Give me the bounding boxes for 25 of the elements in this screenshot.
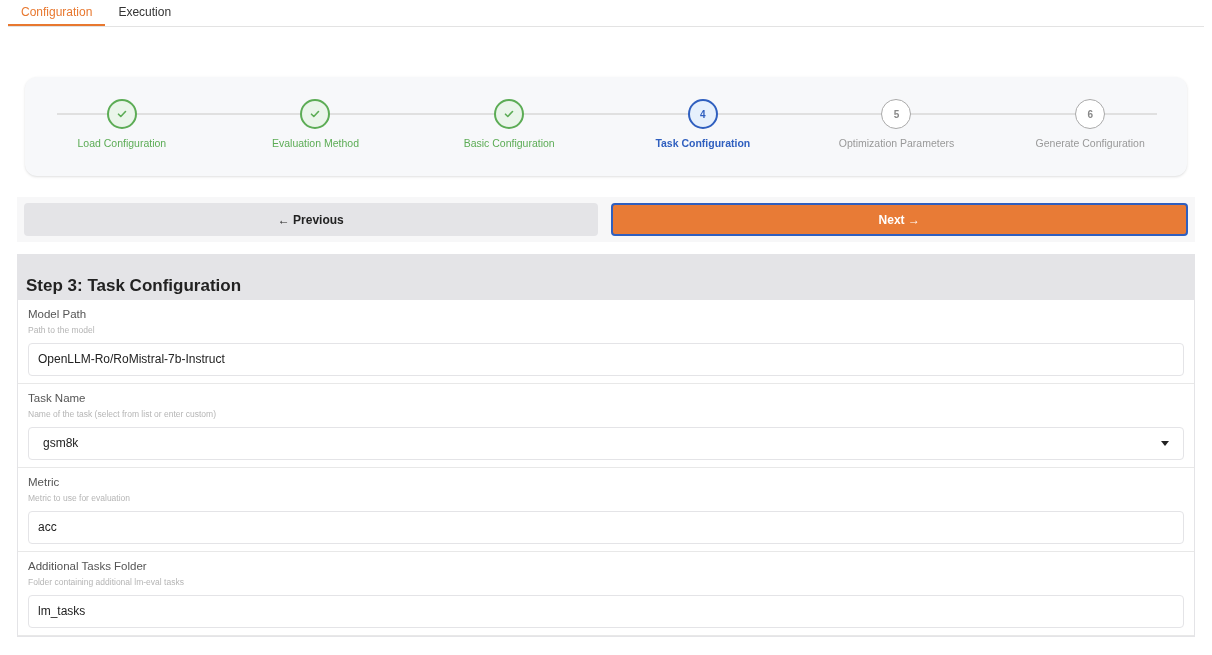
dropdown-caret-icon bbox=[1161, 440, 1169, 446]
field-label: Model Path bbox=[28, 306, 88, 322]
field-label: Task Name bbox=[28, 390, 87, 406]
step-label: Load Configuration bbox=[77, 136, 167, 151]
step-number: 5 bbox=[881, 99, 912, 129]
select-field[interactable]: gsm8k bbox=[28, 426, 1184, 460]
field-label: Additional Tasks Folder bbox=[28, 558, 148, 574]
step-label: Evaluation Method bbox=[272, 136, 359, 151]
input-field[interactable]: OpenLLM-Ro/RoMistral-7b-Instruct bbox=[28, 342, 1184, 376]
section-title: Step 3: Task Configuration bbox=[26, 275, 243, 297]
previous-button[interactable]: ← Previous bbox=[24, 203, 598, 236]
field-label: Metric bbox=[28, 474, 61, 490]
step-number: 4 bbox=[687, 99, 718, 129]
step-number: 6 bbox=[1075, 99, 1106, 129]
step-label: Optimization Parameters bbox=[838, 136, 955, 151]
field-hint: Folder containing additional lm-eval tasks bbox=[28, 575, 185, 588]
input-field[interactable]: lm_tasks bbox=[28, 594, 1184, 628]
step-label: Generate Configuration bbox=[1035, 136, 1145, 151]
input-field[interactable]: acc bbox=[28, 510, 1184, 544]
field-hint: Metric to use for evaluation bbox=[28, 491, 132, 504]
step-label: Basic Configuration bbox=[463, 136, 555, 151]
tab[interactable]: Execution bbox=[105, 0, 185, 26]
field-hint: Path to the model bbox=[28, 323, 96, 336]
step-label: Task Configuration bbox=[655, 136, 751, 151]
select-value: gsm8k bbox=[43, 435, 79, 452]
